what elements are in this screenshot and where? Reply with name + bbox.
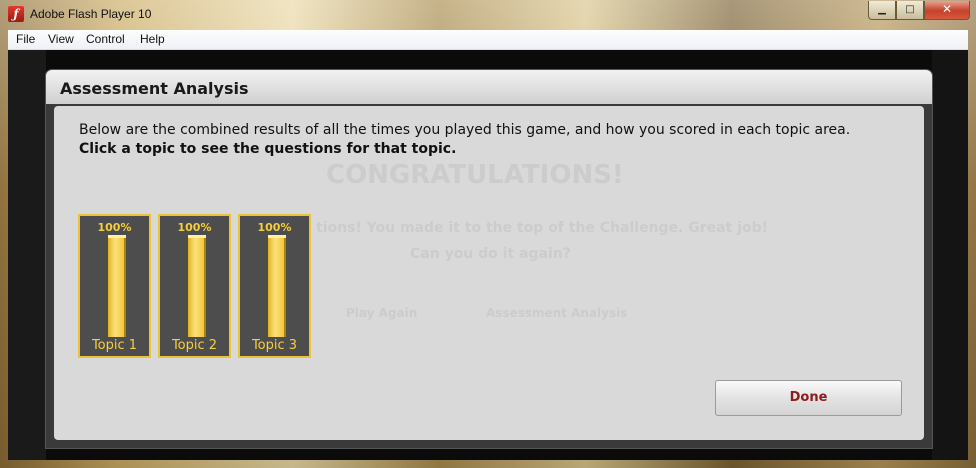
maximize-icon[interactable]: □: [896, 1, 924, 20]
topic-card-3[interactable]: 100% Topic 3: [238, 214, 311, 358]
bg-button2: Assessment Analysis: [486, 306, 628, 320]
menu-help[interactable]: Help: [140, 32, 165, 46]
assessment-dialog: Assessment Analysis CONGRATULATIONS! tio…: [46, 70, 932, 448]
dialog-header: Assessment Analysis: [46, 70, 932, 104]
minimize-icon[interactable]: ▁: [868, 1, 896, 20]
intro-text: Below are the combined results of all th…: [79, 122, 851, 138]
bg-line1: tions! You made it to the top of the Cha…: [316, 220, 768, 236]
topic-card-2[interactable]: 100% Topic 2: [158, 214, 231, 358]
topic-label: Topic 1: [91, 338, 138, 353]
topic-percent: 100%: [257, 221, 292, 234]
topic-percent: 100%: [177, 221, 212, 234]
bg-line2: Can you do it again?: [410, 246, 571, 262]
bg-button1: Play Again: [346, 306, 418, 320]
flash-stage: Assessment Analysis CONGRATULATIONS! tio…: [8, 50, 968, 460]
topic-label: Topic 2: [171, 338, 218, 353]
menu-file[interactable]: File: [16, 32, 35, 46]
menu-control[interactable]: Control: [86, 32, 125, 46]
window-controls: ▁ □ ✕: [868, 1, 970, 20]
instruction-text: Click a topic to see the questions for t…: [79, 141, 457, 157]
bg-heading: CONGRATULATIONS!: [326, 160, 624, 190]
topic-card-1[interactable]: 100% Topic 1: [78, 214, 151, 358]
title-bar[interactable]: ƒ Adobe Flash Player 10 ▁ □ ✕: [0, 0, 976, 30]
menu-bar: File View Control Help: [8, 30, 968, 50]
topic-score-bar: [268, 235, 286, 337]
topic-percent: 100%: [97, 221, 132, 234]
menu-view[interactable]: View: [48, 32, 74, 46]
close-icon[interactable]: ✕: [924, 1, 970, 20]
topic-score-bar: [108, 235, 126, 337]
done-button[interactable]: Done: [715, 380, 902, 416]
dialog-body: CONGRATULATIONS! tions! You made it to t…: [54, 106, 924, 440]
dialog-title: Assessment Analysis: [60, 79, 249, 98]
topic-score-bar: [188, 235, 206, 337]
flash-icon: ƒ: [8, 6, 24, 22]
topic-label: Topic 3: [251, 338, 298, 353]
window-title: Adobe Flash Player 10: [30, 7, 152, 21]
